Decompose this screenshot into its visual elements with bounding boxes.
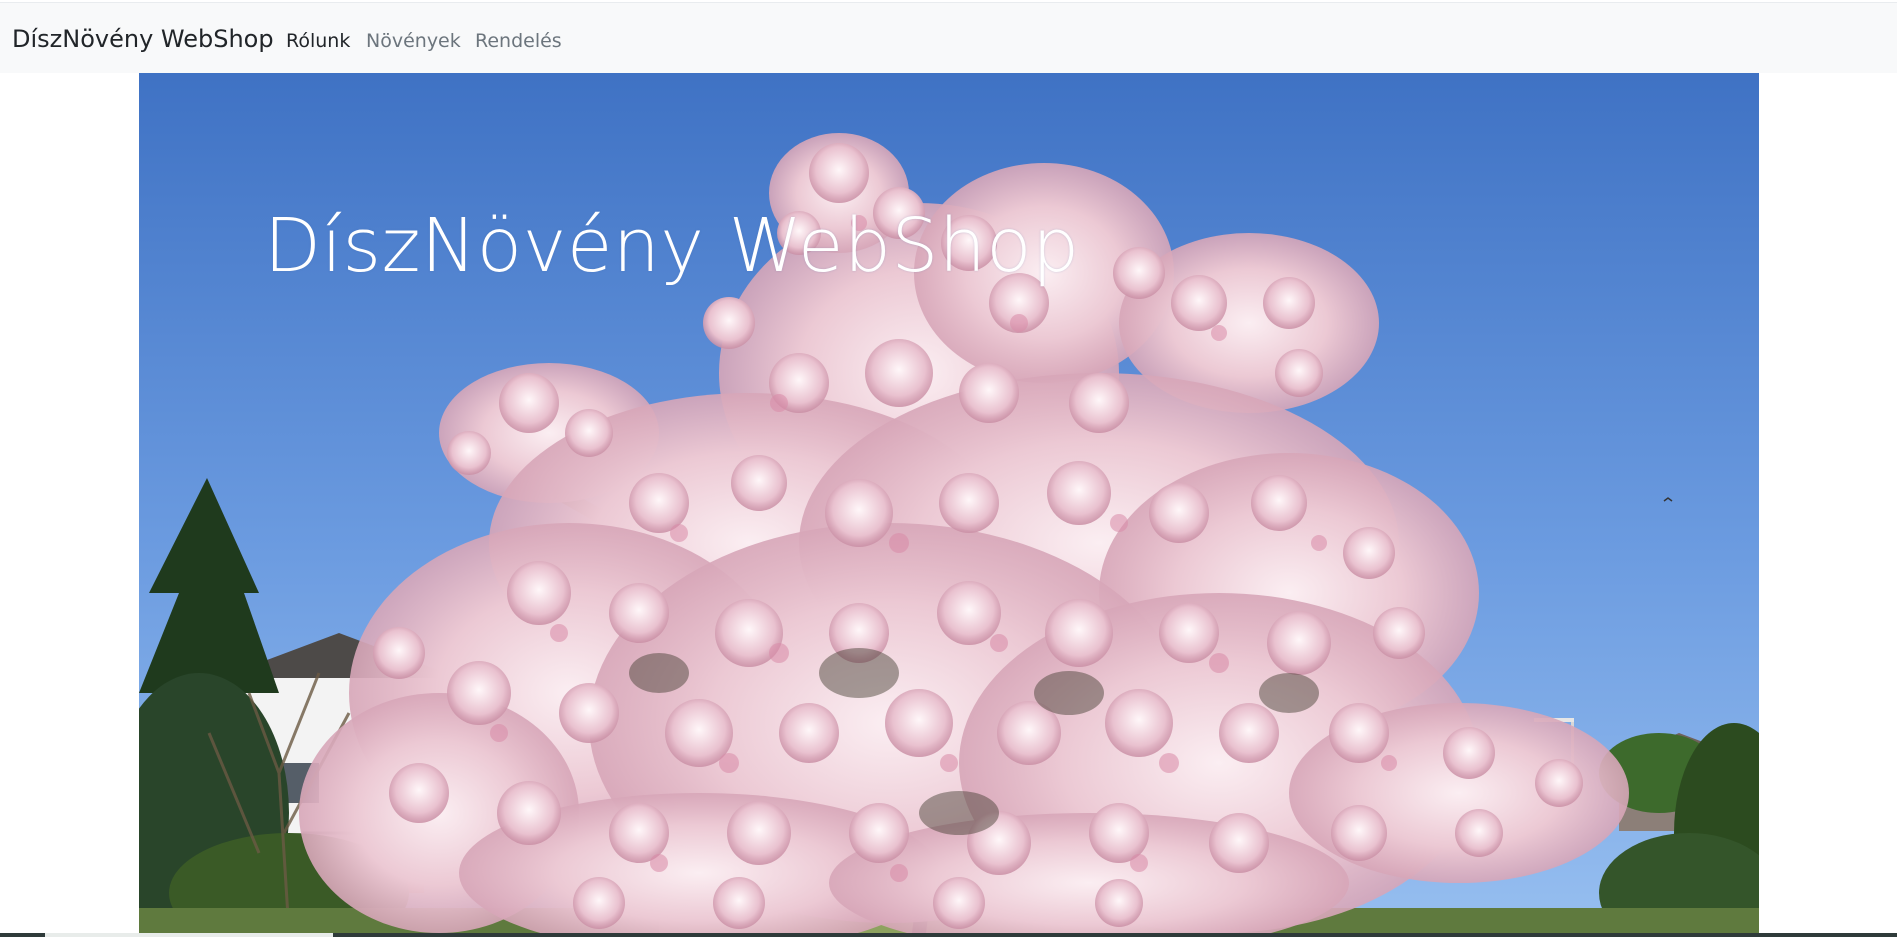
nav-link-novenyek[interactable]: Növények — [366, 30, 461, 52]
hero-title: DíszNövény WebShop — [264, 203, 1080, 289]
nav-link-rolunk[interactable]: Rólunk — [286, 30, 350, 52]
navbar-brand[interactable]: DíszNövény WebShop — [12, 25, 274, 53]
top-navbar: DíszNövény WebShop Rólunk Növények Rende… — [0, 2, 1897, 73]
nav-link-rendeles[interactable]: Rendelés — [475, 30, 562, 52]
taskbar-active-segment — [45, 933, 333, 937]
magnolia-tree-photo — [139, 73, 1759, 933]
taskbar-edge — [0, 933, 1897, 937]
hero-banner: DíszNövény WebShop — [139, 73, 1759, 933]
